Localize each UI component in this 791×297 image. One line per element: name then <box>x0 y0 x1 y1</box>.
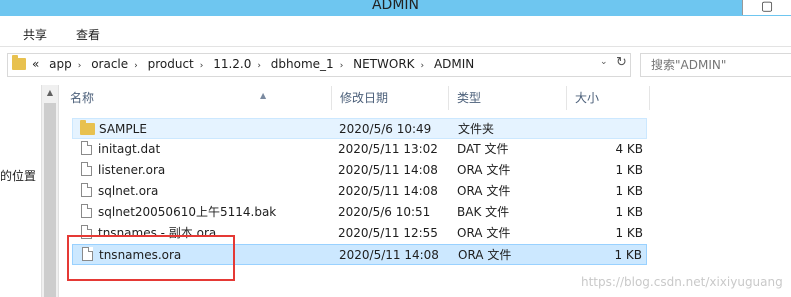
navigation-pane: 的位置 <box>0 85 40 297</box>
column-size[interactable]: 大小 <box>567 86 650 110</box>
ribbon-tab-view[interactable]: 查看 <box>76 26 100 43</box>
file-size: 1 KB <box>614 248 642 262</box>
nav-item-label[interactable]: 的位置 <box>0 167 36 184</box>
maximize-button[interactable]: ▢ <box>742 0 791 15</box>
file-name: SAMPLE <box>99 122 147 136</box>
chevron-right-icon[interactable]: › <box>257 61 261 71</box>
breadcrumb-product[interactable]: product <box>148 57 194 71</box>
watermark: https://blog.csdn.net/xixiyuguang <box>581 275 783 289</box>
file-row[interactable]: listener.ora 2020/5/11 14:08 ORA 文件 1 KB <box>72 160 647 181</box>
breadcrumb-admin[interactable]: ADMIN <box>434 57 474 71</box>
breadcrumb-version[interactable]: 11.2.0 <box>213 57 251 71</box>
file-name: initagt.dat <box>98 142 161 156</box>
scroll-up-icon[interactable]: ▲ <box>44 87 56 99</box>
file-modified: 2020/5/6 10:51 <box>338 205 431 219</box>
breadcrumb-dbhome[interactable]: dbhome_1 <box>271 57 334 71</box>
file-modified: 2020/5/11 14:08 <box>338 163 438 177</box>
file-icon <box>81 204 92 218</box>
breadcrumb-app[interactable]: app <box>49 57 72 71</box>
title-bar: ADMIN ▢ <box>0 0 791 16</box>
file-modified: 2020/5/11 14:08 <box>338 184 438 198</box>
column-type-label: 类型 <box>457 91 482 105</box>
sort-up-icon: ▲ <box>260 91 267 100</box>
annotation-highlight <box>67 235 235 281</box>
chevron-right-icon[interactable]: › <box>340 61 344 71</box>
file-type: DAT 文件 <box>457 142 509 156</box>
search-box[interactable] <box>640 53 791 77</box>
chevron-right-icon[interactable]: › <box>78 61 82 71</box>
scrollbar[interactable]: ▲ <box>41 85 59 297</box>
file-modified: 2020/5/11 13:02 <box>338 142 438 156</box>
file-type: BAK 文件 <box>457 205 510 219</box>
column-type[interactable]: 类型 <box>449 86 567 110</box>
chevron-right-icon[interactable]: › <box>134 61 138 71</box>
file-size: 1 KB <box>615 205 643 219</box>
breadcrumb-oracle[interactable]: oracle <box>91 57 128 71</box>
file-name: sqlnet20050610上午5114.bak <box>98 205 277 219</box>
file-size: 4 KB <box>615 142 643 156</box>
file-modified: 2020/5/11 14:08 <box>339 248 439 262</box>
file-type: ORA 文件 <box>457 163 511 177</box>
file-row[interactable]: sqlnet20050610上午5114.bak 2020/5/6 10:51 BA… <box>72 202 647 223</box>
file-type: 文件夹 <box>458 122 495 136</box>
file-modified: 2020/5/11 12:55 <box>338 226 438 240</box>
search-input[interactable] <box>649 57 791 73</box>
breadcrumb-overflow[interactable]: « <box>32 57 39 71</box>
file-icon <box>81 183 92 197</box>
column-name-label: 名称 <box>70 91 95 105</box>
folder-icon <box>12 55 26 70</box>
file-name: sqlnet.ora <box>98 184 159 198</box>
file-icon <box>81 162 92 176</box>
file-size: 1 KB <box>615 226 643 240</box>
window-title: ADMIN <box>371 0 420 13</box>
breadcrumb: « app › oracle › product › 11.2.0 › dbhome_1… <box>32 57 480 71</box>
column-name[interactable]: 名称 ▲ <box>62 86 332 110</box>
address-bar[interactable]: « app › oracle › product › 11.2.0 › dbhome_1… <box>7 53 631 77</box>
chevron-right-icon[interactable]: › <box>421 61 425 71</box>
file-modified: 2020/5/6 10:49 <box>339 122 432 136</box>
file-size: 1 KB <box>615 184 643 198</box>
column-header: 名称 ▲ 修改日期 类型 大小 <box>62 86 791 110</box>
file-row[interactable]: initagt.dat 2020/5/11 13:02 DAT 文件 4 KB <box>72 139 647 160</box>
scroll-thumb[interactable] <box>44 103 56 297</box>
refresh-icon[interactable]: ↻ <box>616 55 627 70</box>
folder-icon <box>80 120 95 135</box>
file-type: ORA 文件 <box>458 248 512 262</box>
chevron-down-icon[interactable]: ⌄ <box>600 57 608 67</box>
chevron-right-icon[interactable]: › <box>200 61 204 71</box>
file-icon <box>81 141 92 155</box>
file-type: ORA 文件 <box>457 226 511 240</box>
file-row[interactable]: SAMPLE 2020/5/6 10:49 文件夹 <box>72 118 647 139</box>
file-type: ORA 文件 <box>457 184 511 198</box>
column-modified-label: 修改日期 <box>340 91 389 105</box>
column-modified[interactable]: 修改日期 <box>332 86 449 110</box>
file-name: listener.ora <box>98 163 166 177</box>
breadcrumb-network[interactable]: NETWORK <box>353 57 414 71</box>
ribbon: 共享 查看 <box>0 16 791 47</box>
column-size-label: 大小 <box>575 91 600 105</box>
file-row[interactable]: sqlnet.ora 2020/5/11 14:08 ORA 文件 1 KB <box>72 181 647 202</box>
ribbon-tab-share[interactable]: 共享 <box>23 26 47 43</box>
file-size: 1 KB <box>615 163 643 177</box>
